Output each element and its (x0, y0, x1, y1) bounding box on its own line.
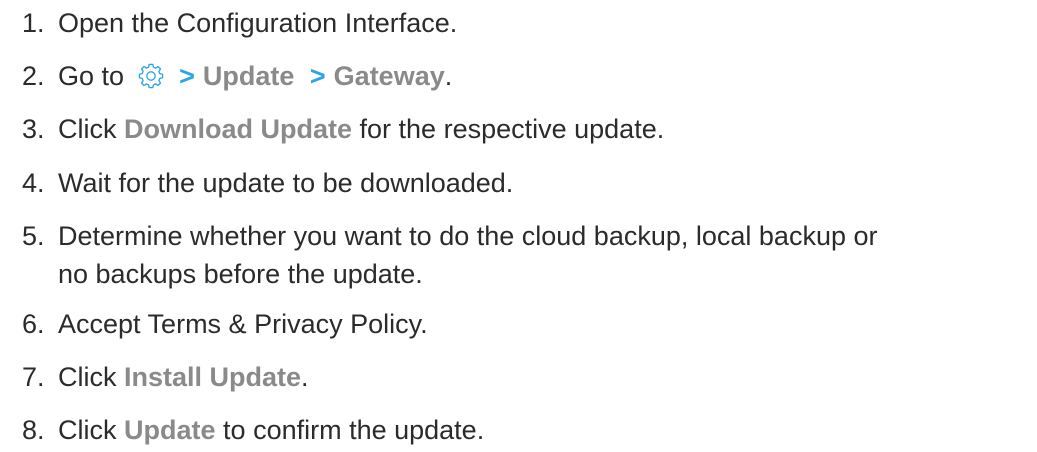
step-1: 1. Open the Configuration Interface. (22, 4, 1022, 42)
step-number: 3. (22, 114, 45, 144)
install-update-label: Install Update (124, 362, 302, 392)
step-8: 8. Click Update to confirm the update. (22, 411, 1022, 449)
step-text: Accept Terms & Privacy Policy. (58, 309, 428, 339)
step-text: Click (58, 114, 117, 144)
step-number: 5. (22, 221, 45, 251)
menu-update-label: Update (202, 61, 295, 91)
step-text: to confirm the update. (223, 415, 485, 445)
step-4: 4. Wait for the update to be downloaded. (22, 164, 1022, 202)
step-text: Go to (58, 61, 125, 91)
step-number: 2. (22, 61, 45, 91)
step-6: 6. Accept Terms & Privacy Policy. (22, 305, 1022, 343)
step-text-line-1: Determine whether you want to do the clo… (58, 221, 878, 251)
breadcrumb-separator: > (309, 61, 326, 91)
download-update-label: Download Update (124, 114, 353, 144)
step-text: for the respective update. (359, 114, 665, 144)
step-number: 1. (22, 8, 45, 38)
step-text: Click (58, 362, 117, 392)
step-number: 4. (22, 168, 45, 198)
step-text-line-2: no backups before the update. (58, 259, 423, 289)
step-text: Click (58, 415, 117, 445)
step-text: . (301, 362, 309, 392)
gear-icon (138, 63, 164, 89)
menu-gateway-label: Gateway (333, 61, 445, 91)
update-label: Update (124, 415, 216, 445)
step-7: 7. Click Install Update. (22, 358, 1022, 396)
step-number: 7. (22, 362, 45, 392)
breadcrumb-separator: > (179, 61, 195, 91)
step-number: 6. (22, 309, 45, 339)
step-text: . (444, 61, 453, 91)
step-text: Wait for the update to be downloaded. (58, 168, 514, 198)
step-text: Open the Configuration Interface. (58, 8, 458, 38)
step-number: 8. (22, 415, 45, 445)
step-3: 3. Click Download Update for the respect… (22, 110, 1022, 148)
step-2: 2. Go to > Update > Gateway. (22, 57, 1022, 95)
step-5: 5. Determine whether you want to do the … (22, 217, 1022, 293)
